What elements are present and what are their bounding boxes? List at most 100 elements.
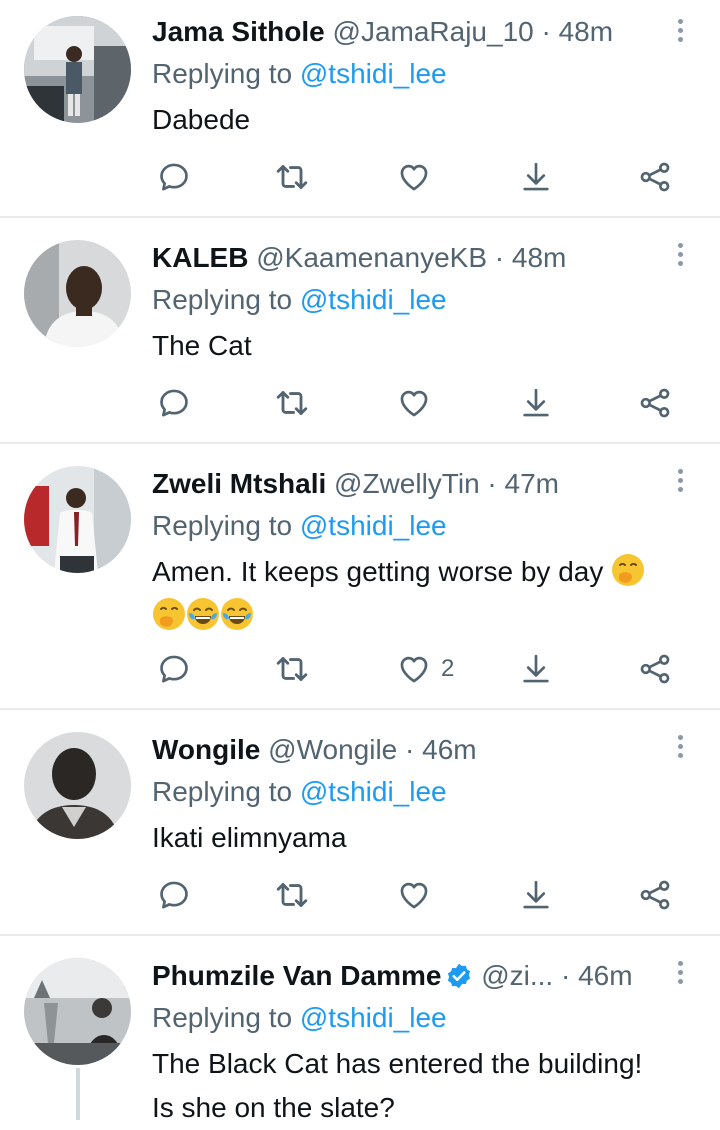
author-handle-time[interactable]: @ZwellyTin · 47m (334, 468, 559, 499)
reply-mention-link[interactable]: @tshidi_lee (300, 1002, 447, 1033)
share-button[interactable] (638, 383, 672, 423)
tweet-text: Amen. It keeps getting worse by day (152, 550, 692, 638)
author-name[interactable]: Jama Sithole (152, 16, 325, 47)
tweet-text-line: Is she on the slate? (152, 1092, 395, 1123)
share-icon (638, 878, 672, 912)
more-options-icon[interactable] (668, 466, 692, 496)
author-name[interactable]: KALEB (152, 242, 248, 273)
avatar[interactable] (24, 732, 131, 839)
like-count: 2 (441, 655, 455, 682)
replying-to: Replying to @tshidi_lee (152, 998, 447, 1038)
author-handle-time[interactable]: @zi... · 46m (481, 960, 632, 991)
reply-icon (157, 652, 191, 686)
retweet-button[interactable] (274, 649, 310, 689)
tweet-text-line: Amen. It keeps getting worse by day (152, 556, 604, 587)
tweet-header: Phumzile Van Damme @zi... · 46m (152, 956, 633, 996)
thread-line (76, 1068, 80, 1120)
download-button[interactable] (519, 875, 553, 915)
share-button[interactable] (638, 157, 672, 197)
face-with-hand-over-mouth-icon (611, 553, 645, 587)
like-button[interactable] (397, 875, 441, 915)
tweet-actions: 2 (152, 649, 692, 689)
share-icon (638, 160, 672, 194)
reply-button[interactable] (157, 649, 191, 689)
reply-button[interactable] (157, 383, 191, 423)
tweet-text: The Black Cat has entered the building! … (152, 1042, 692, 1130)
download-button[interactable] (519, 649, 553, 689)
avatar[interactable] (24, 240, 131, 347)
reply-button[interactable] (157, 875, 191, 915)
heart-icon (397, 386, 431, 420)
author-name[interactable]: Phumzile Van Damme (152, 960, 441, 991)
share-button[interactable] (638, 649, 672, 689)
avatar[interactable] (24, 466, 131, 573)
tweet-actions (152, 875, 692, 915)
share-icon (638, 652, 672, 686)
heart-icon (397, 878, 431, 912)
retweet-icon (274, 877, 310, 913)
more-options-icon[interactable] (668, 240, 692, 270)
like-button[interactable]: 2 (397, 649, 454, 689)
download-icon (519, 878, 553, 912)
reply-mention-link[interactable]: @tshidi_lee (300, 776, 447, 807)
tweet-header: Jama Sithole @JamaRaju_10 · 48m (152, 12, 613, 52)
replying-to: Replying to @tshidi_lee (152, 54, 447, 94)
tweet[interactable]: KALEB @KaamenanyeKB · 48m Replying to @t… (0, 218, 720, 442)
author-name[interactable]: Wongile (152, 734, 260, 765)
tweet-header: Zweli Mtshali @ZwellyTin · 47m (152, 464, 559, 504)
author-name[interactable]: Zweli Mtshali (152, 468, 326, 499)
share-icon (638, 386, 672, 420)
tweet-header: KALEB @KaamenanyeKB · 48m (152, 238, 566, 278)
replying-to-label: Replying to (152, 1002, 300, 1033)
retweet-button[interactable] (274, 157, 310, 197)
share-button[interactable] (638, 875, 672, 915)
tweet[interactable]: Wongile @Wongile · 46m Replying to @tshi… (0, 710, 720, 934)
download-button[interactable] (519, 157, 553, 197)
tweet-actions (152, 383, 692, 423)
like-button[interactable] (397, 383, 441, 423)
reply-icon (157, 878, 191, 912)
tweet-header: Wongile @Wongile · 46m (152, 730, 477, 770)
tweet-text: Dabede (152, 104, 251, 135)
retweet-button[interactable] (274, 875, 310, 915)
replying-to: Replying to @tshidi_lee (152, 280, 447, 320)
like-button[interactable] (397, 157, 441, 197)
tweet-actions (152, 157, 692, 197)
retweet-icon (274, 159, 310, 195)
replying-to: Replying to @tshidi_lee (152, 506, 447, 546)
avatar[interactable] (24, 16, 131, 123)
download-icon (519, 652, 553, 686)
author-handle-time[interactable]: @JamaRaju_10 · 48m (333, 16, 614, 47)
replying-to-label: Replying to (152, 510, 300, 541)
reply-mention-link[interactable]: @tshidi_lee (300, 284, 447, 315)
download-button[interactable] (519, 383, 553, 423)
replying-to-label: Replying to (152, 284, 300, 315)
tears-of-joy-icon (220, 597, 254, 631)
replying-to-label: Replying to (152, 776, 300, 807)
more-options-icon[interactable] (668, 732, 692, 762)
replying-to: Replying to @tshidi_lee (152, 772, 447, 812)
avatar[interactable] (24, 958, 131, 1065)
download-icon (519, 160, 553, 194)
reply-mention-link[interactable]: @tshidi_lee (300, 510, 447, 541)
tweet[interactable]: Phumzile Van Damme @zi... · 46m Replying… (0, 936, 720, 1123)
tweet-text: Ikati elimnyama (152, 822, 347, 853)
reply-icon (157, 386, 191, 420)
tweet-text-line: The Black Cat has entered the building! (152, 1048, 643, 1079)
author-handle-time[interactable]: @Wongile · 46m (268, 734, 476, 765)
reply-mention-link[interactable]: @tshidi_lee (300, 58, 447, 89)
heart-icon (397, 160, 431, 194)
more-options-icon[interactable] (668, 958, 692, 988)
tweet[interactable]: Jama Sithole @JamaRaju_10 · 48m Replying… (0, 0, 720, 216)
face-with-hand-over-mouth-icon (152, 597, 186, 631)
download-icon (519, 386, 553, 420)
verified-badge-icon (448, 963, 471, 989)
tweet[interactable]: Zweli Mtshali @ZwellyTin · 47m Replying … (0, 444, 720, 708)
tears-of-joy-icon (186, 597, 220, 631)
reply-button[interactable] (157, 157, 191, 197)
more-options-icon[interactable] (668, 16, 692, 46)
author-handle-time[interactable]: @KaamenanyeKB · 48m (256, 242, 566, 273)
retweet-icon (274, 385, 310, 421)
reply-icon (157, 160, 191, 194)
retweet-button[interactable] (274, 383, 310, 423)
